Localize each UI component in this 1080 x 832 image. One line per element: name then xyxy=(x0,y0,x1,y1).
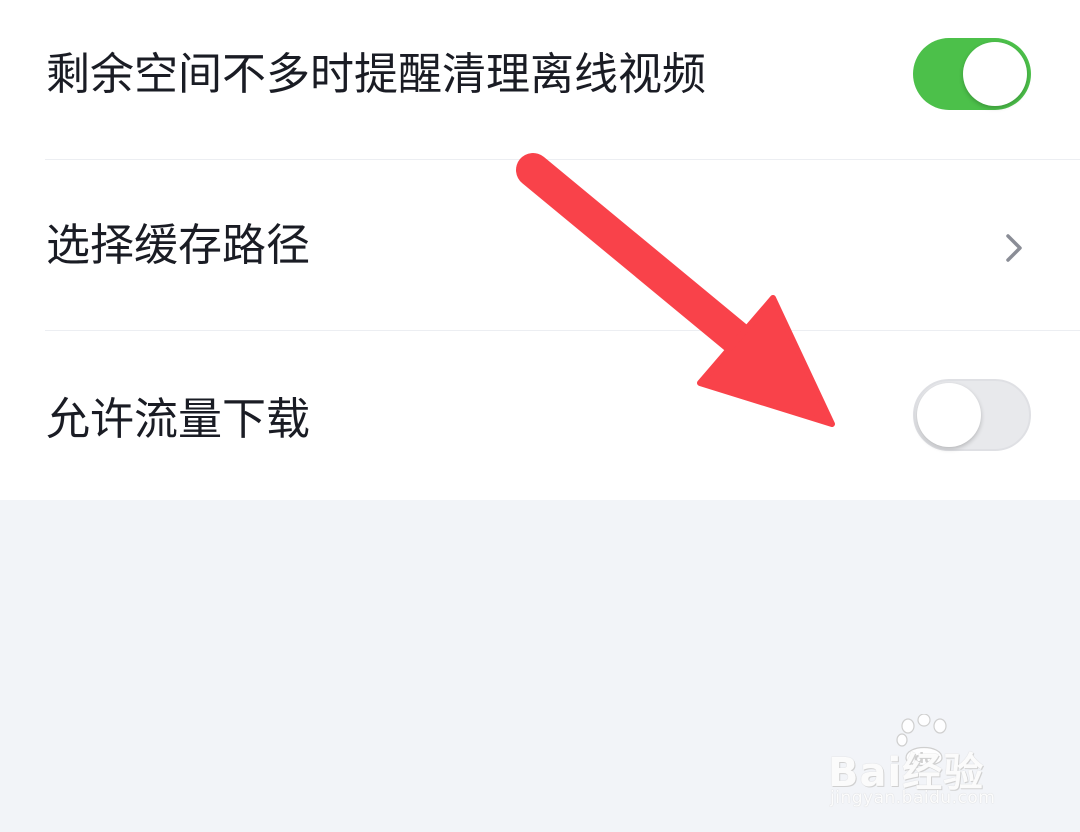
settings-list: 剩余空间不多时提醒清理离线视频 选择缓存路径 允许流量下载 xyxy=(0,0,1080,500)
watermark-url: jingyan.baidu.com xyxy=(830,788,996,808)
paw-text: du xyxy=(914,751,934,767)
toggle-knob xyxy=(917,383,981,447)
storage-reminder-toggle[interactable] xyxy=(913,38,1031,110)
toggle-knob xyxy=(963,42,1027,106)
chevron-right-icon xyxy=(1006,234,1022,262)
settings-row-label: 剩余空间不多时提醒清理离线视频 xyxy=(46,49,706,100)
settings-row-label: 允许流量下载 xyxy=(46,394,310,445)
paw-logo-icon: du xyxy=(896,714,947,767)
allow-data-download-toggle[interactable] xyxy=(913,379,1031,451)
baidu-jingyan-watermark: du Bai经验 jingyan.baidu.com xyxy=(828,712,1038,812)
settings-row-storage-reminder[interactable]: 剩余空间不多时提醒清理离线视频 xyxy=(0,0,1080,159)
settings-row-allow-data-download[interactable]: 允许流量下载 xyxy=(0,331,1080,500)
watermark-logo-text: Bai经验 xyxy=(828,750,985,796)
screen: 剩余空间不多时提醒清理离线视频 选择缓存路径 允许流量下载 du Bai经验 j… xyxy=(0,0,1080,832)
settings-row-label: 选择缓存路径 xyxy=(46,220,310,271)
settings-row-cache-path[interactable]: 选择缓存路径 xyxy=(0,160,1080,330)
